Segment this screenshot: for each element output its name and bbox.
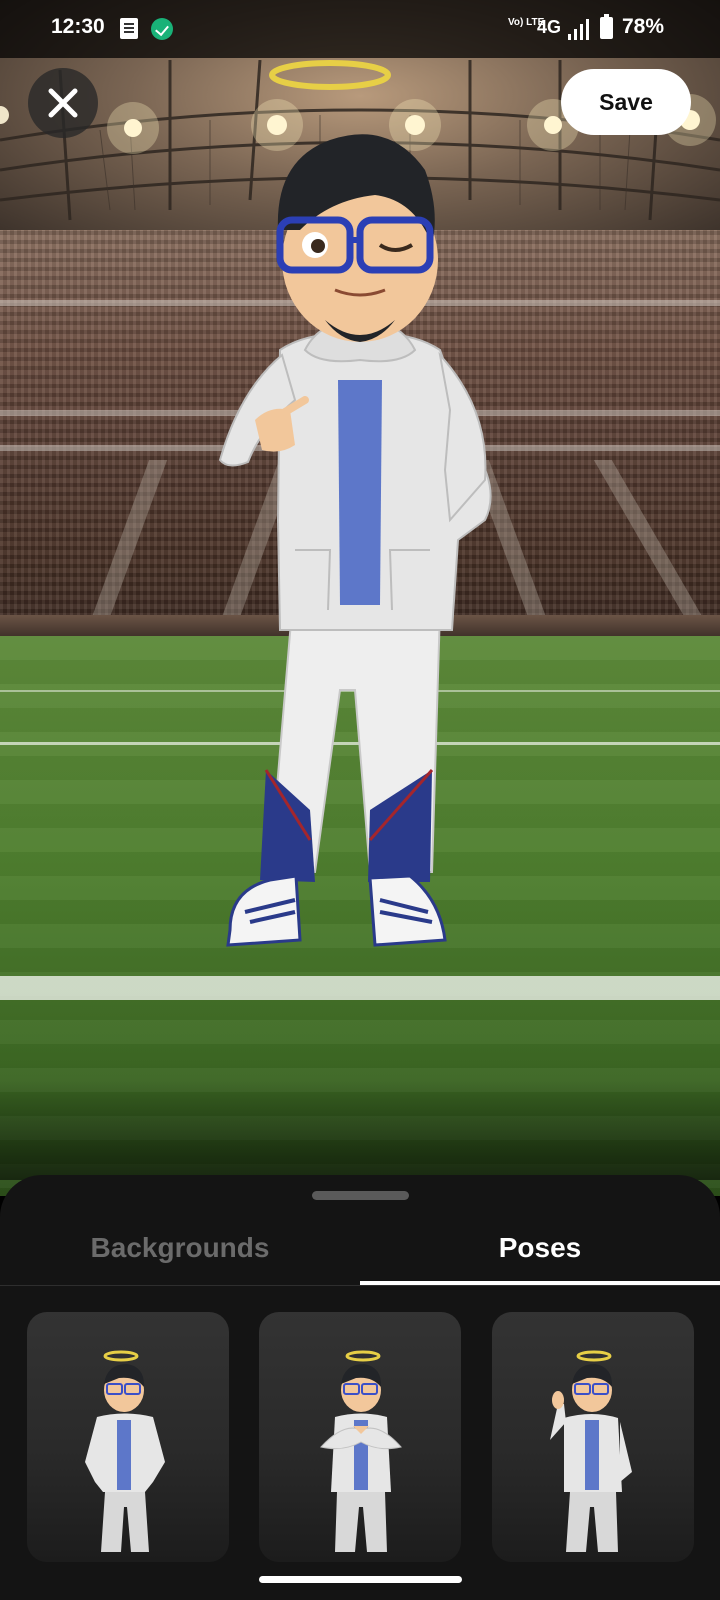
tab-backgrounds[interactable]: Backgrounds [0, 1210, 360, 1290]
pose-card-waving[interactable] [492, 1312, 694, 1562]
save-button[interactable]: Save [561, 69, 691, 135]
pose-card-heart-hands[interactable] [259, 1312, 461, 1562]
field-shadow [0, 1080, 720, 1180]
signal-icon [568, 19, 589, 40]
sheet-drag-handle[interactable] [312, 1191, 409, 1200]
tab-poses[interactable]: Poses [360, 1210, 720, 1290]
battery-percentage: 78% [622, 15, 665, 38]
bitmoji-avatar [218, 60, 492, 947]
home-indicator[interactable] [259, 1576, 462, 1583]
pose-thumbnail [550, 1350, 632, 1552]
document-notification-icon [120, 18, 138, 39]
pose-thumbnail [320, 1350, 402, 1552]
halo-icon [269, 60, 391, 90]
close-icon [48, 88, 78, 118]
status-bar: 12:30 Vo) LTE 4G 78% [0, 0, 720, 58]
battery-icon [600, 14, 613, 39]
pose-thumbnail [85, 1350, 165, 1552]
pose-card-hands-on-hips[interactable] [27, 1312, 229, 1562]
close-button[interactable] [28, 68, 98, 138]
network-type: 4G [537, 17, 562, 37]
customization-sheet: Backgrounds Poses [0, 1175, 720, 1600]
app-notification-icon [151, 18, 173, 40]
status-time: 12:30 [51, 15, 105, 38]
tab-divider [0, 1285, 720, 1286]
yard-line [0, 976, 720, 1000]
